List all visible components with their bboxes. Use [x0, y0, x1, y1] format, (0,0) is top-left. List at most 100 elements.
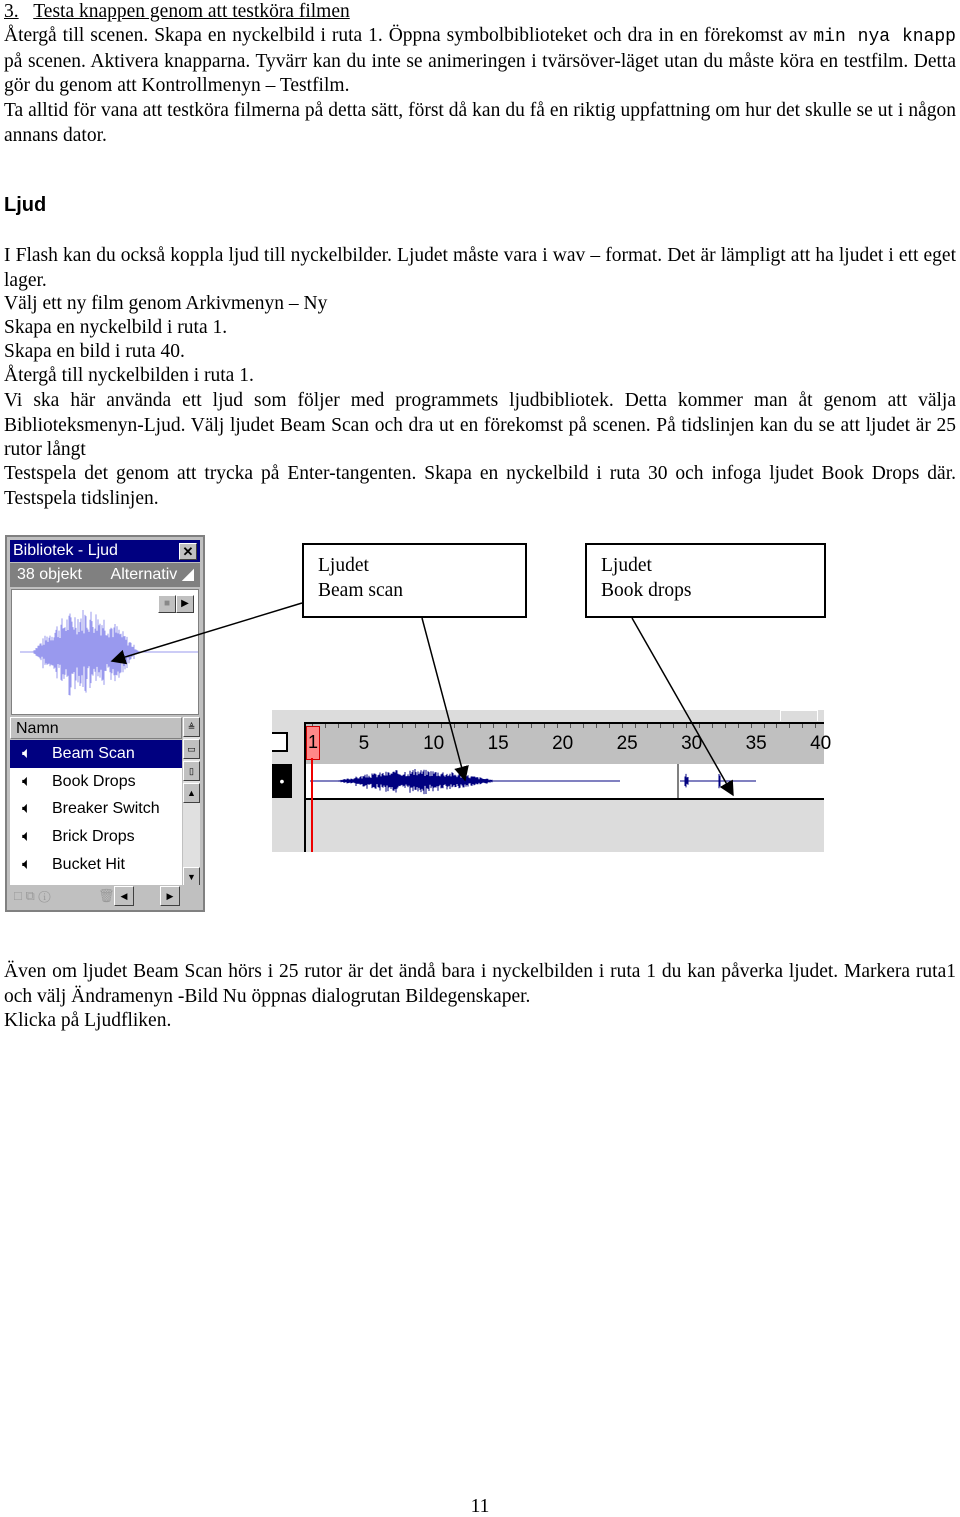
body-line-2: Skapa en nyckelbild i ruta 1.	[4, 317, 228, 338]
ruler-tick	[415, 724, 417, 728]
ruler-tick	[699, 724, 700, 728]
library-info-bar: 38 objekt Alternativ ◢	[10, 563, 200, 587]
list-item[interactable]: 🔈︎ Breaker Switch	[10, 795, 182, 823]
page-number: 11	[470, 1496, 490, 1517]
body-line-1: Välj ett ny film genom Arkivmenyn – Ny	[4, 293, 328, 314]
ruler-label: 35	[745, 733, 767, 754]
timeline: • 5 10 15 20 25 30 35 40 1	[272, 710, 831, 852]
section-heading: 3. Testa knappen genom att testköra film…	[4, 1, 350, 22]
ruler-tick	[673, 724, 675, 728]
playhead-line	[311, 758, 313, 852]
column-header-name[interactable]: Namn	[10, 717, 182, 739]
intro-paragraph-1: Återgå till scenen. Skapa en nyckelbild …	[4, 25, 956, 96]
ruler-tick	[789, 724, 791, 728]
body-paragraph-2: Vi ska här använda ett ljud som följer m…	[4, 390, 956, 460]
body-paragraph-1: I Flash kan du också koppla ljud till ny…	[4, 245, 956, 291]
sound-layer-track[interactable]	[306, 764, 824, 800]
trash-icon[interactable]: 🗑︎	[98, 888, 115, 904]
ruler-tick	[402, 724, 404, 728]
ruler-tick	[686, 724, 688, 728]
callout-beam-scan: Ljudet Beam scan	[302, 543, 527, 618]
ruler-tick	[647, 724, 649, 728]
library-footer: □ ⧉ ⓘ 🗑︎ ◀ ▶	[10, 885, 200, 907]
list-item[interactable]: 🔈︎ Beam Scan	[10, 740, 182, 768]
layer-dot-icon[interactable]: •	[272, 764, 292, 798]
body-paragraph-3: Testspela det genom att trycka på Enter-…	[4, 463, 956, 509]
speaker-icon: 🔈︎	[22, 828, 32, 846]
list-item[interactable]: 🔈︎ Bucket Hit	[10, 851, 182, 879]
ruler-tick	[544, 724, 546, 728]
ruler-tick	[802, 724, 804, 728]
wide-view-icon[interactable]: ▭	[183, 739, 200, 759]
scroll-down-icon[interactable]: ▼	[183, 867, 200, 887]
ruler-tick	[724, 724, 726, 728]
library-title-bar: Bibliotek - Ljud ✕	[10, 540, 200, 562]
vertical-scrollbar[interactable]: ≜ ▭ ▯ ▲ ▼	[183, 717, 200, 887]
intro-paragraph-2: Ta alltid för vana att testköra filmerna…	[4, 100, 956, 146]
scroll-left-icon[interactable]: ◀	[114, 886, 134, 906]
ruler-label: 40	[810, 733, 832, 754]
outro-paragraph-1: Även om ljudet Beam Scan hörs i 25 rutor…	[4, 961, 956, 1007]
ruler-tick	[441, 724, 442, 728]
options-menu[interactable]: Alternativ ◢	[111, 563, 194, 587]
layer-outline-icon[interactable]	[272, 732, 288, 752]
heading-ljud: Ljud	[4, 194, 47, 216]
outro-paragraph-2: Klicka på Ljudfliken.	[4, 1010, 172, 1031]
sound-list: 🔈︎ Beam Scan 🔈︎ Book Drops 🔈︎ Breaker Switc…	[10, 740, 182, 886]
body-line-3: Skapa en bild i ruta 40.	[4, 341, 185, 362]
ruler-tick	[337, 724, 339, 728]
ruler-tick	[363, 724, 365, 728]
scroll-right-icon[interactable]: ▶	[160, 886, 180, 906]
ruler-tick	[750, 724, 752, 728]
ruler-label: 20	[552, 733, 574, 754]
ruler-tick	[350, 724, 352, 728]
ruler-label: 25	[616, 733, 638, 754]
ruler-tick	[518, 724, 520, 728]
timeline-button[interactable]	[780, 710, 818, 721]
ruler-label: 10	[423, 733, 445, 754]
ruler-tick	[763, 724, 765, 728]
new-symbol-icon[interactable]: □ ⧉ ⓘ	[14, 888, 51, 904]
ruler-tick	[505, 724, 507, 728]
layer-column: •	[272, 722, 306, 852]
ruler-tick	[737, 724, 739, 728]
ruler-tick	[621, 724, 623, 728]
ruler-tick	[660, 724, 662, 728]
list-item[interactable]: 🔈︎ Brick Drops	[10, 823, 182, 851]
speaker-icon: 🔈︎	[22, 772, 32, 790]
ruler-tick	[466, 724, 468, 728]
ruler-tick	[428, 724, 430, 728]
ruler-tick	[492, 724, 494, 728]
scroll-up-icon[interactable]: ▲	[183, 783, 200, 803]
close-icon[interactable]: ✕	[179, 543, 197, 560]
narrow-view-icon[interactable]: ▯	[183, 761, 200, 781]
sort-icon[interactable]: ≜	[183, 717, 200, 737]
ruler-tick	[376, 724, 378, 728]
ruler-label: 30	[681, 733, 703, 754]
frame-ruler[interactable]: 5 10 15 20 25 30 35 40	[306, 722, 831, 766]
speaker-icon: 🔈︎	[22, 800, 32, 818]
ruler-tick	[815, 724, 817, 728]
ruler-tick	[389, 724, 391, 728]
list-item[interactable]: 🔈︎ Book Drops	[10, 768, 182, 796]
document-page: 3. Testa knappen genom att testköra film…	[0, 0, 960, 1517]
ruler-tick	[711, 724, 713, 728]
ruler-tick	[531, 724, 533, 728]
ruler-tick	[608, 724, 610, 728]
sound-preview: ■ ▶	[11, 589, 199, 715]
ruler-tick	[634, 724, 636, 728]
object-count: 38 objekt	[17, 566, 82, 583]
callout-book-drops: Ljudet Book drops	[585, 543, 826, 618]
ruler-tick	[776, 724, 778, 728]
ruler-tick	[595, 724, 597, 728]
library-waveform	[20, 609, 198, 696]
ruler-tick	[479, 724, 481, 728]
timeline-waveform	[310, 764, 756, 798]
playhead[interactable]: 1	[306, 726, 320, 760]
speaker-icon: 🔈︎	[22, 855, 32, 873]
ruler-label: 5	[358, 733, 370, 754]
ruler-tick	[453, 724, 455, 728]
ruler-tick	[570, 724, 571, 728]
ruler-label: 15	[487, 733, 509, 754]
ruler-tick	[324, 724, 326, 728]
